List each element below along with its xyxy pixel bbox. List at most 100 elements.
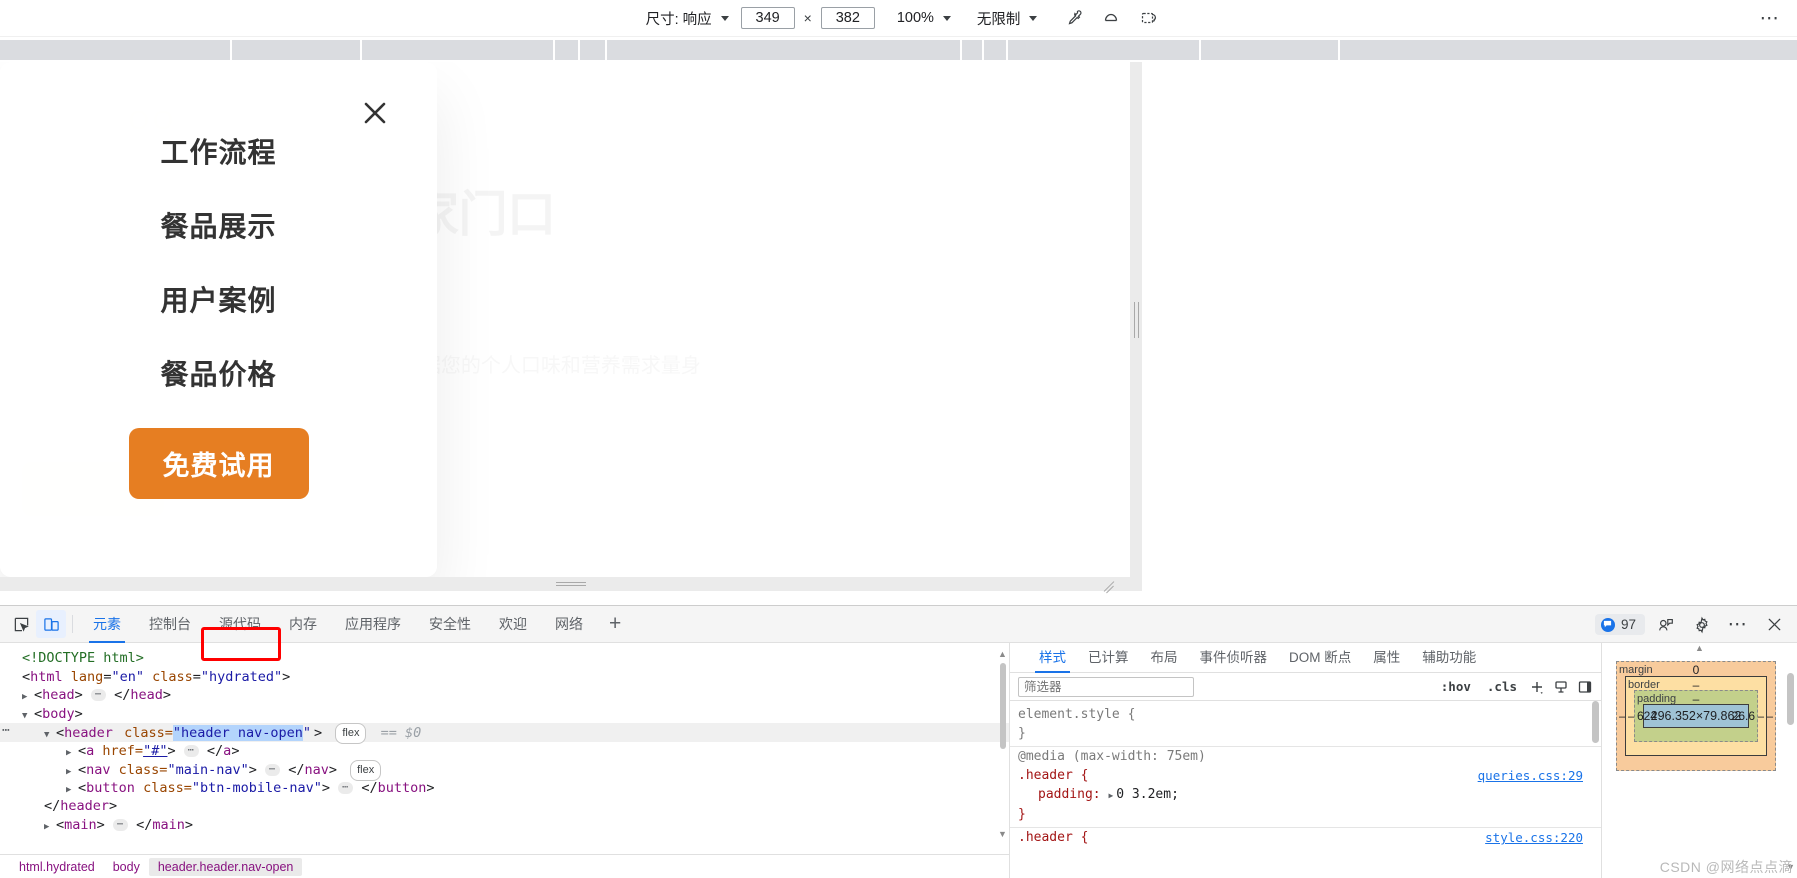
toggle-class-button[interactable]: .cls (1479, 679, 1525, 694)
dom-tree-pane[interactable]: <!DOCTYPE html> <html lang="en" class="h… (0, 643, 1010, 878)
styles-filter-input[interactable] (1018, 676, 1194, 697)
flex-badge[interactable]: flex (335, 723, 367, 744)
device-size-selector[interactable]: 尺寸: 响应 (634, 8, 741, 29)
media-query-segment[interactable] (1008, 40, 1201, 60)
gear-icon[interactable] (1687, 611, 1717, 639)
dom-line-button[interactable]: ▶ <button class="btn-mobile-nav"> ⋯ </but… (0, 779, 1009, 798)
line-overflow-dots[interactable]: ⋯ (2, 722, 11, 741)
cast-icon[interactable] (1651, 611, 1681, 639)
throttling-selector[interactable]: 无限制 (963, 8, 1050, 29)
nav-item-testimonials[interactable]: 用户案例 (160, 262, 276, 336)
media-query-segment[interactable] (580, 40, 607, 60)
border-right-value[interactable]: – (1757, 709, 1764, 723)
css-rule-header-media[interactable]: @media (max-width: 75em) .header { queri… (1010, 747, 1601, 824)
more-options-icon[interactable]: ⋯ (1723, 611, 1753, 639)
media-query-segment[interactable] (232, 40, 362, 60)
message-count-badge[interactable]: 97 (1594, 614, 1645, 635)
tab-welcome[interactable]: 欢迎 (485, 606, 541, 643)
scrollbar-thumb[interactable] (1787, 673, 1794, 725)
media-query-segment[interactable] (362, 40, 555, 60)
media-query-ruler[interactable] (0, 38, 1797, 62)
viewport-resize-handle-right[interactable] (1130, 62, 1142, 577)
show-sidebar-icon[interactable] (1573, 676, 1597, 698)
collapsed-children-icon[interactable]: ⋯ (338, 781, 354, 794)
scroll-down-arrow-icon[interactable]: ▼ (998, 829, 1007, 839)
breadcrumb-item-body[interactable]: body (104, 858, 149, 876)
eyedropper-icon[interactable] (1059, 4, 1087, 32)
nav-item-meals[interactable]: 餐品展示 (160, 188, 276, 262)
margin-right-value[interactable]: – (1766, 709, 1773, 723)
rotate-icon[interactable] (1097, 4, 1125, 32)
device-toolbar-more-button[interactable]: ⋯ (1757, 8, 1783, 30)
viewport-height-input[interactable] (820, 7, 875, 29)
scroll-up-arrow-icon[interactable]: ▲ (998, 649, 1007, 659)
media-rule-selector[interactable]: .header { (1018, 768, 1088, 783)
box-model-border[interactable]: border – – – padding – 624 26.6 296.352×… (1625, 676, 1767, 756)
dom-line-doctype[interactable]: <!DOCTYPE html> (0, 649, 1009, 668)
stylesheet-source-link[interactable]: queries.css:29 (1478, 766, 1583, 785)
dom-line-nav[interactable]: ▶ <nav class="main-nav"> ⋯ </nav> flex (0, 760, 1009, 781)
header-class-attr-editor[interactable]: class="header nav-open" (121, 724, 315, 742)
media-query-segment[interactable] (0, 40, 232, 60)
padding-left-value[interactable]: 624 (1637, 709, 1657, 723)
dom-line-head[interactable]: ▶ <head> ⋯ </head> (0, 686, 1009, 705)
expand-triangle-icon[interactable]: ▶ (44, 818, 54, 837)
styles-scrollbar[interactable] (1590, 701, 1600, 821)
css-property-value[interactable]: 0 3.2em; (1116, 787, 1179, 802)
css-rule-element-style[interactable]: element.style { } (1010, 705, 1601, 743)
collapsed-children-icon[interactable]: ⋯ (265, 764, 281, 776)
css-rule-header-style[interactable]: .header { style.css:220 (1010, 828, 1601, 847)
media-query-segment[interactable] (1201, 40, 1340, 60)
dom-line-body[interactable]: ▼ <body> (0, 705, 1009, 724)
scroll-up-arrow-icon[interactable]: ▲ (1602, 643, 1797, 653)
dom-line-header-close[interactable]: </header> (0, 797, 1009, 816)
media-query-segment[interactable] (607, 40, 962, 60)
nav-item-workflow[interactable]: 工作流程 (160, 114, 276, 188)
css-property-name[interactable]: padding: (1038, 787, 1101, 802)
viewport-resize-handle-bottom[interactable] (0, 577, 1142, 591)
stylesheet-source-link[interactable]: style.css:220 (1485, 828, 1583, 847)
media-query-segment[interactable] (962, 40, 984, 60)
header-rule-selector[interactable]: .header { (1018, 830, 1088, 845)
new-style-rule-icon[interactable] (1525, 676, 1549, 698)
collapsed-children-icon[interactable]: ⋯ (90, 689, 106, 701)
breadcrumb-item-html[interactable]: html.hydrated (10, 858, 104, 876)
tab-application[interactable]: 应用程序 (331, 606, 415, 643)
scrollbar-thumb[interactable] (1592, 701, 1599, 743)
dom-line-header-selected[interactable]: ⋯ ▼ <header class="header nav-open" > flex… (0, 722, 1009, 744)
tab-dom-breakpoints[interactable]: DOM 断点 (1278, 643, 1362, 673)
box-model-padding[interactable]: padding – 624 26.6 296.352×79.862 (1634, 690, 1758, 742)
dom-tree-scrollbar[interactable]: ▲ ▼ (998, 649, 1007, 839)
add-panel-button[interactable]: + (597, 609, 633, 639)
tab-elements[interactable]: 元素 (79, 606, 135, 643)
tab-accessibility[interactable]: 辅助功能 (1411, 643, 1487, 673)
close-icon[interactable] (355, 93, 395, 133)
tab-sources[interactable]: 源代码 (205, 606, 275, 643)
media-query-segment[interactable] (984, 40, 1008, 60)
dom-line-anchor[interactable]: ▶ <a href="#"> ⋯ </a> (0, 742, 1009, 761)
media-query-segment[interactable] (555, 40, 580, 60)
scrollbar-thumb[interactable] (999, 663, 1006, 749)
flex-badge[interactable]: flex (350, 760, 382, 781)
tab-console[interactable]: 控制台 (135, 606, 205, 643)
close-devtools-icon[interactable] (1759, 611, 1789, 639)
viewport-width-input[interactable] (740, 7, 795, 29)
collapsed-children-icon[interactable]: ⋯ (183, 744, 199, 757)
tab-security[interactable]: 安全性 (415, 606, 485, 643)
media-query-segment[interactable] (1340, 40, 1797, 60)
breadcrumb-item-header[interactable]: header.header.nav-open (148, 858, 303, 876)
tab-event-listeners[interactable]: 事件侦听器 (1189, 643, 1279, 673)
tab-network[interactable]: 网络 (541, 606, 597, 643)
screenshot-icon[interactable] (1135, 4, 1163, 32)
zoom-selector[interactable]: 100% (875, 10, 963, 26)
toggle-hover-state-button[interactable]: :hov (1433, 679, 1479, 694)
device-toolbar-toggle-icon[interactable] (36, 610, 66, 638)
padding-top-value[interactable]: – (1635, 692, 1757, 706)
box-model-scrollbar[interactable] (1785, 647, 1795, 875)
tab-layout[interactable]: 布局 (1140, 643, 1189, 673)
margin-top-value[interactable]: 0 (1617, 663, 1775, 677)
computed-style-sidebar-icon[interactable] (1549, 676, 1573, 698)
collapsed-children-icon[interactable]: ⋯ (112, 818, 128, 831)
tab-styles[interactable]: 样式 (1028, 643, 1077, 673)
nav-cta-free-trial[interactable]: 免费试用 (128, 428, 309, 499)
